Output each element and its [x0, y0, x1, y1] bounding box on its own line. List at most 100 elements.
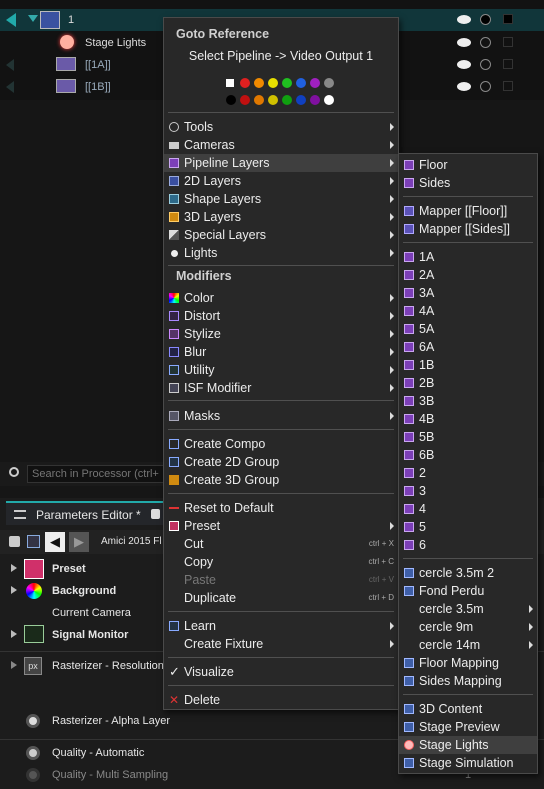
menu-item-3d-layers[interactable]: 3D Layers: [164, 208, 398, 226]
submenu-item[interactable]: cercle 14m: [399, 636, 537, 654]
expand-arrow-icon[interactable]: [11, 661, 17, 669]
menu-item-special-layers[interactable]: Special Layers: [164, 226, 398, 244]
color-swatch[interactable]: [282, 95, 292, 105]
submenu-item[interactable]: 6B: [399, 446, 537, 464]
solo-dot-icon[interactable]: [480, 81, 491, 92]
menu-item-pipeline-layers[interactable]: Pipeline Layers: [164, 154, 398, 172]
color-swatch[interactable]: [296, 95, 306, 105]
color-swatch[interactable]: [226, 95, 236, 105]
submenu-item[interactable]: Floor Mapping: [399, 654, 537, 672]
collapse-arrow-icon[interactable]: [6, 81, 14, 93]
submenu-item[interactable]: 3: [399, 482, 537, 500]
color-swatch[interactable]: [324, 95, 334, 105]
lock-icon[interactable]: [9, 536, 20, 547]
submenu-item[interactable]: Stage Preview: [399, 718, 537, 736]
color-swatch[interactable]: [240, 78, 250, 88]
submenu-item[interactable]: 3D Content: [399, 700, 537, 718]
visibility-eye-icon[interactable]: [457, 38, 471, 47]
menu-item-distort[interactable]: Distort: [164, 307, 398, 325]
submenu-item[interactable]: 3A: [399, 284, 537, 302]
menu-item-create-fixture[interactable]: Create Fixture: [164, 635, 398, 653]
submenu-item[interactable]: 4B: [399, 410, 537, 428]
submenu-item[interactable]: Mapper [[Sides]]: [399, 220, 537, 238]
solo-dot-icon[interactable]: [480, 59, 491, 70]
submenu-item[interactable]: 6: [399, 536, 537, 554]
color-swatch[interactable]: [226, 79, 234, 87]
search-input[interactable]: [27, 465, 177, 483]
color-swatch[interactable]: [310, 95, 320, 105]
collapse-arrow-icon[interactable]: [6, 59, 14, 71]
chevron-down-icon[interactable]: [28, 15, 38, 22]
expand-arrow-icon[interactable]: [11, 564, 17, 572]
radio-icon[interactable]: [26, 768, 40, 782]
menu-item-utility[interactable]: Utility: [164, 361, 398, 379]
visibility-eye-icon[interactable]: [457, 82, 471, 91]
color-swatch[interactable]: [254, 78, 264, 88]
menu-item-isf-modifier[interactable]: ISF Modifier: [164, 379, 398, 397]
solo-dot-icon[interactable]: [480, 14, 491, 25]
radio-icon[interactable]: [26, 714, 40, 728]
submenu-item[interactable]: cercle 3.5m: [399, 600, 537, 618]
submenu-item[interactable]: 3B: [399, 392, 537, 410]
menu-item-blur[interactable]: Blur: [164, 343, 398, 361]
color-swatch[interactable]: [240, 95, 250, 105]
menu-item-paste[interactable]: Paste ctrl + V: [164, 571, 398, 589]
menu-item-tools[interactable]: Tools: [164, 118, 398, 136]
menu-item-cameras[interactable]: Cameras: [164, 136, 398, 154]
menu-item-shape-layers[interactable]: Shape Layers: [164, 190, 398, 208]
color-swatch[interactable]: [310, 78, 320, 88]
submenu-item[interactable]: 4A: [399, 302, 537, 320]
lock-square-icon[interactable]: [503, 37, 513, 47]
submenu-item[interactable]: 2A: [399, 266, 537, 284]
color-swatch[interactable]: [268, 95, 278, 105]
visibility-eye-icon[interactable]: [457, 60, 471, 69]
menu-item-duplicate[interactable]: Duplicate ctrl + D: [164, 589, 398, 607]
color-swatch[interactable]: [254, 95, 264, 105]
menu-item-copy[interactable]: Copy ctrl + C: [164, 553, 398, 571]
submenu-item[interactable]: Fond Perdu: [399, 582, 537, 600]
color-swatch[interactable]: [296, 78, 306, 88]
menu-item-cut[interactable]: Cut ctrl + X: [164, 535, 398, 553]
submenu-item[interactable]: 2B: [399, 374, 537, 392]
submenu-item[interactable]: cercle 9m: [399, 618, 537, 636]
submenu-item[interactable]: Stage Simulation: [399, 754, 537, 772]
menu-item-create-compo[interactable]: Create Compo: [164, 435, 398, 453]
lock-square-icon[interactable]: [503, 59, 513, 69]
tab-parameters-editor[interactable]: Parameters Editor *: [6, 501, 166, 525]
submenu-item[interactable]: Sides: [399, 174, 537, 192]
expand-arrow-icon[interactable]: [11, 630, 17, 638]
submenu-item[interactable]: Mapper [[Floor]]: [399, 202, 537, 220]
collapse-arrow-icon[interactable]: [6, 13, 16, 27]
submenu-item[interactable]: 6A: [399, 338, 537, 356]
menu-item-create-3d-group[interactable]: Create 3D Group: [164, 471, 398, 489]
submenu-item[interactable]: 5: [399, 518, 537, 536]
menu-item-delete[interactable]: ✕ Delete: [164, 691, 398, 709]
radio-icon[interactable]: [26, 746, 40, 760]
submenu-item[interactable]: 1A: [399, 248, 537, 266]
submenu-item[interactable]: Floor: [399, 156, 537, 174]
menu-item-preset[interactable]: Preset: [164, 517, 398, 535]
menu-item-color[interactable]: Color: [164, 289, 398, 307]
menu-item-create-2d-group[interactable]: Create 2D Group: [164, 453, 398, 471]
color-swatch[interactable]: [282, 78, 292, 88]
submenu-item[interactable]: 4: [399, 500, 537, 518]
submenu-item[interactable]: 1B: [399, 356, 537, 374]
menu-item-reset-default[interactable]: Reset to Default: [164, 499, 398, 517]
solo-dot-icon[interactable]: [480, 37, 491, 48]
menu-item-2d-layers[interactable]: 2D Layers: [164, 172, 398, 190]
menu-item-masks[interactable]: Masks: [164, 407, 398, 425]
color-swatch[interactable]: [324, 78, 334, 88]
lock-square-icon[interactable]: [503, 81, 513, 91]
pin-icon[interactable]: [27, 535, 40, 548]
menu-item-stylize[interactable]: Stylize: [164, 325, 398, 343]
menu-item-select-pipeline[interactable]: Select Pipeline -> Video Output 1: [164, 47, 398, 65]
menu-item-visualize[interactable]: ✓ Visualize: [164, 663, 398, 681]
expand-arrow-icon[interactable]: [11, 586, 17, 594]
submenu-item[interactable]: 5A: [399, 320, 537, 338]
menu-item-learn[interactable]: Learn: [164, 617, 398, 635]
submenu-item[interactable]: cercle 3.5m 2: [399, 564, 537, 582]
submenu-item[interactable]: 5B: [399, 428, 537, 446]
back-arrow-icon[interactable]: ◀: [45, 532, 65, 552]
menu-item-lights[interactable]: Lights: [164, 244, 398, 262]
submenu-item[interactable]: 2: [399, 464, 537, 482]
